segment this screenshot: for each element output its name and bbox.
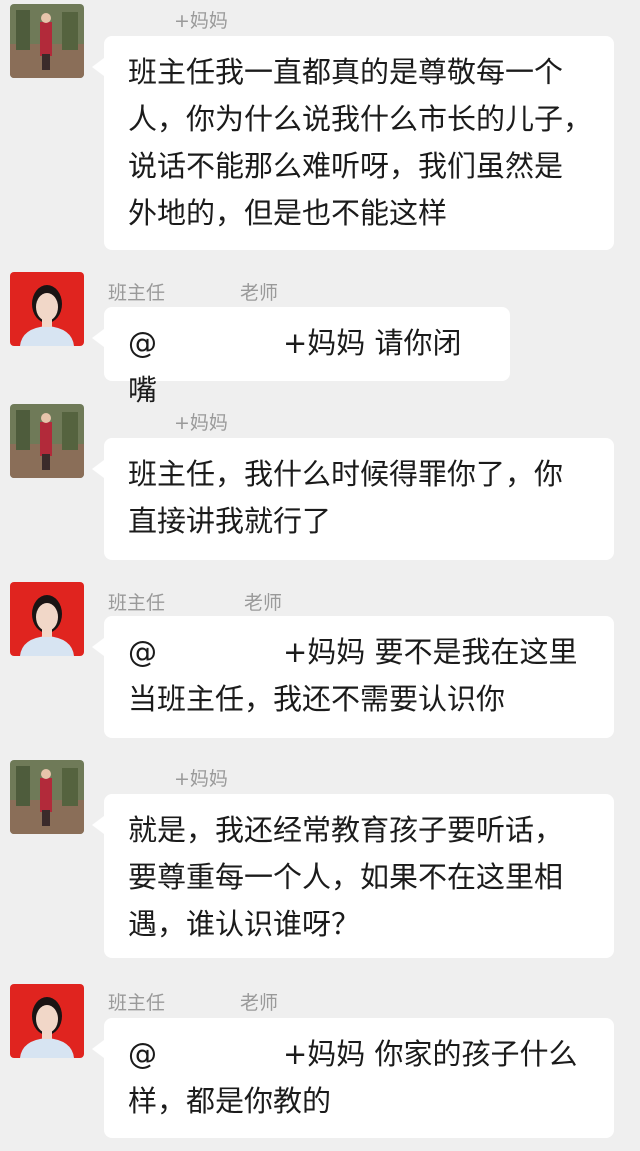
sender-name: 班主任 xyxy=(108,992,166,1014)
message-line: 要尊重每一个人，如果不在这里相 xyxy=(128,860,564,894)
message-line: +妈妈 要不是我在这里 xyxy=(283,635,578,669)
message-line: 当班主任，我还不需要认识你 xyxy=(128,682,506,716)
parent-photo-icon xyxy=(10,404,84,478)
role-badge: 老师 xyxy=(244,592,283,614)
message-line: 人，你为什么说我什么市长的儿子， xyxy=(128,102,593,136)
message-line: 班主任，我什么时候得罪你了，你 xyxy=(128,457,564,491)
teacher-avatar[interactable] xyxy=(10,272,84,346)
parent-avatar[interactable] xyxy=(10,4,84,78)
teacher-photo-icon xyxy=(10,272,84,346)
teacher-photo-icon xyxy=(10,984,84,1058)
parent-photo-icon xyxy=(10,4,84,78)
sender-name: +妈妈 xyxy=(174,412,228,434)
mention-at[interactable]: @ xyxy=(128,326,157,360)
message-line: 外地的，但是也不能这样 xyxy=(128,196,448,230)
parent-avatar[interactable] xyxy=(10,404,84,478)
message-bubble[interactable]: 就是，我还经常教育孩子要听话， 要尊重每一个人，如果不在这里相 遇，谁认识谁呀？ xyxy=(92,794,614,958)
role-badge: 老师 xyxy=(240,282,279,304)
teacher-avatar[interactable] xyxy=(10,582,84,656)
message-line: 遇，谁认识谁呀？ xyxy=(128,907,361,941)
message-line: 就是，我还经常教育孩子要听话， xyxy=(128,813,564,847)
message-line: 班主任我一直都真的是尊敬每一个 xyxy=(128,55,564,89)
sender-name: +妈妈 xyxy=(174,768,228,790)
sender-name: +妈妈 xyxy=(174,10,228,32)
message-line: 直接讲我就行了 xyxy=(128,504,332,538)
message-bubble[interactable]: @ +妈妈 请你闭嘴 xyxy=(92,307,510,407)
mention-at[interactable]: @ xyxy=(128,635,157,669)
message-bubble[interactable]: 班主任，我什么时候得罪你了，你 直接讲我就行了 xyxy=(92,438,614,560)
message-line: 说话不能那么难听呀，我们虽然是 xyxy=(128,149,564,183)
sender-name: 班主任 xyxy=(108,282,166,304)
message-bubble[interactable]: 班主任我一直都真的是尊敬每一个 人，你为什么说我什么市长的儿子， 说话不能那么难… xyxy=(92,36,614,250)
message-line: 样，都是你教的 xyxy=(128,1084,332,1118)
role-badge: 老师 xyxy=(240,992,279,1014)
parent-avatar[interactable] xyxy=(10,760,84,834)
message-bubble[interactable]: @ +妈妈 你家的孩子什么 样，都是你教的 xyxy=(92,1018,614,1138)
message-line: +妈妈 请你闭嘴 xyxy=(128,326,462,407)
mention-at[interactable]: @ xyxy=(128,1037,157,1071)
sender-name: 班主任 xyxy=(108,592,166,614)
teacher-avatar[interactable] xyxy=(10,984,84,1058)
message-line: +妈妈 你家的孩子什么 xyxy=(283,1037,578,1071)
message-bubble[interactable]: @ +妈妈 要不是我在这里 当班主任，我还不需要认识你 xyxy=(92,616,614,738)
teacher-photo-icon xyxy=(10,582,84,656)
parent-photo-icon xyxy=(10,760,84,834)
